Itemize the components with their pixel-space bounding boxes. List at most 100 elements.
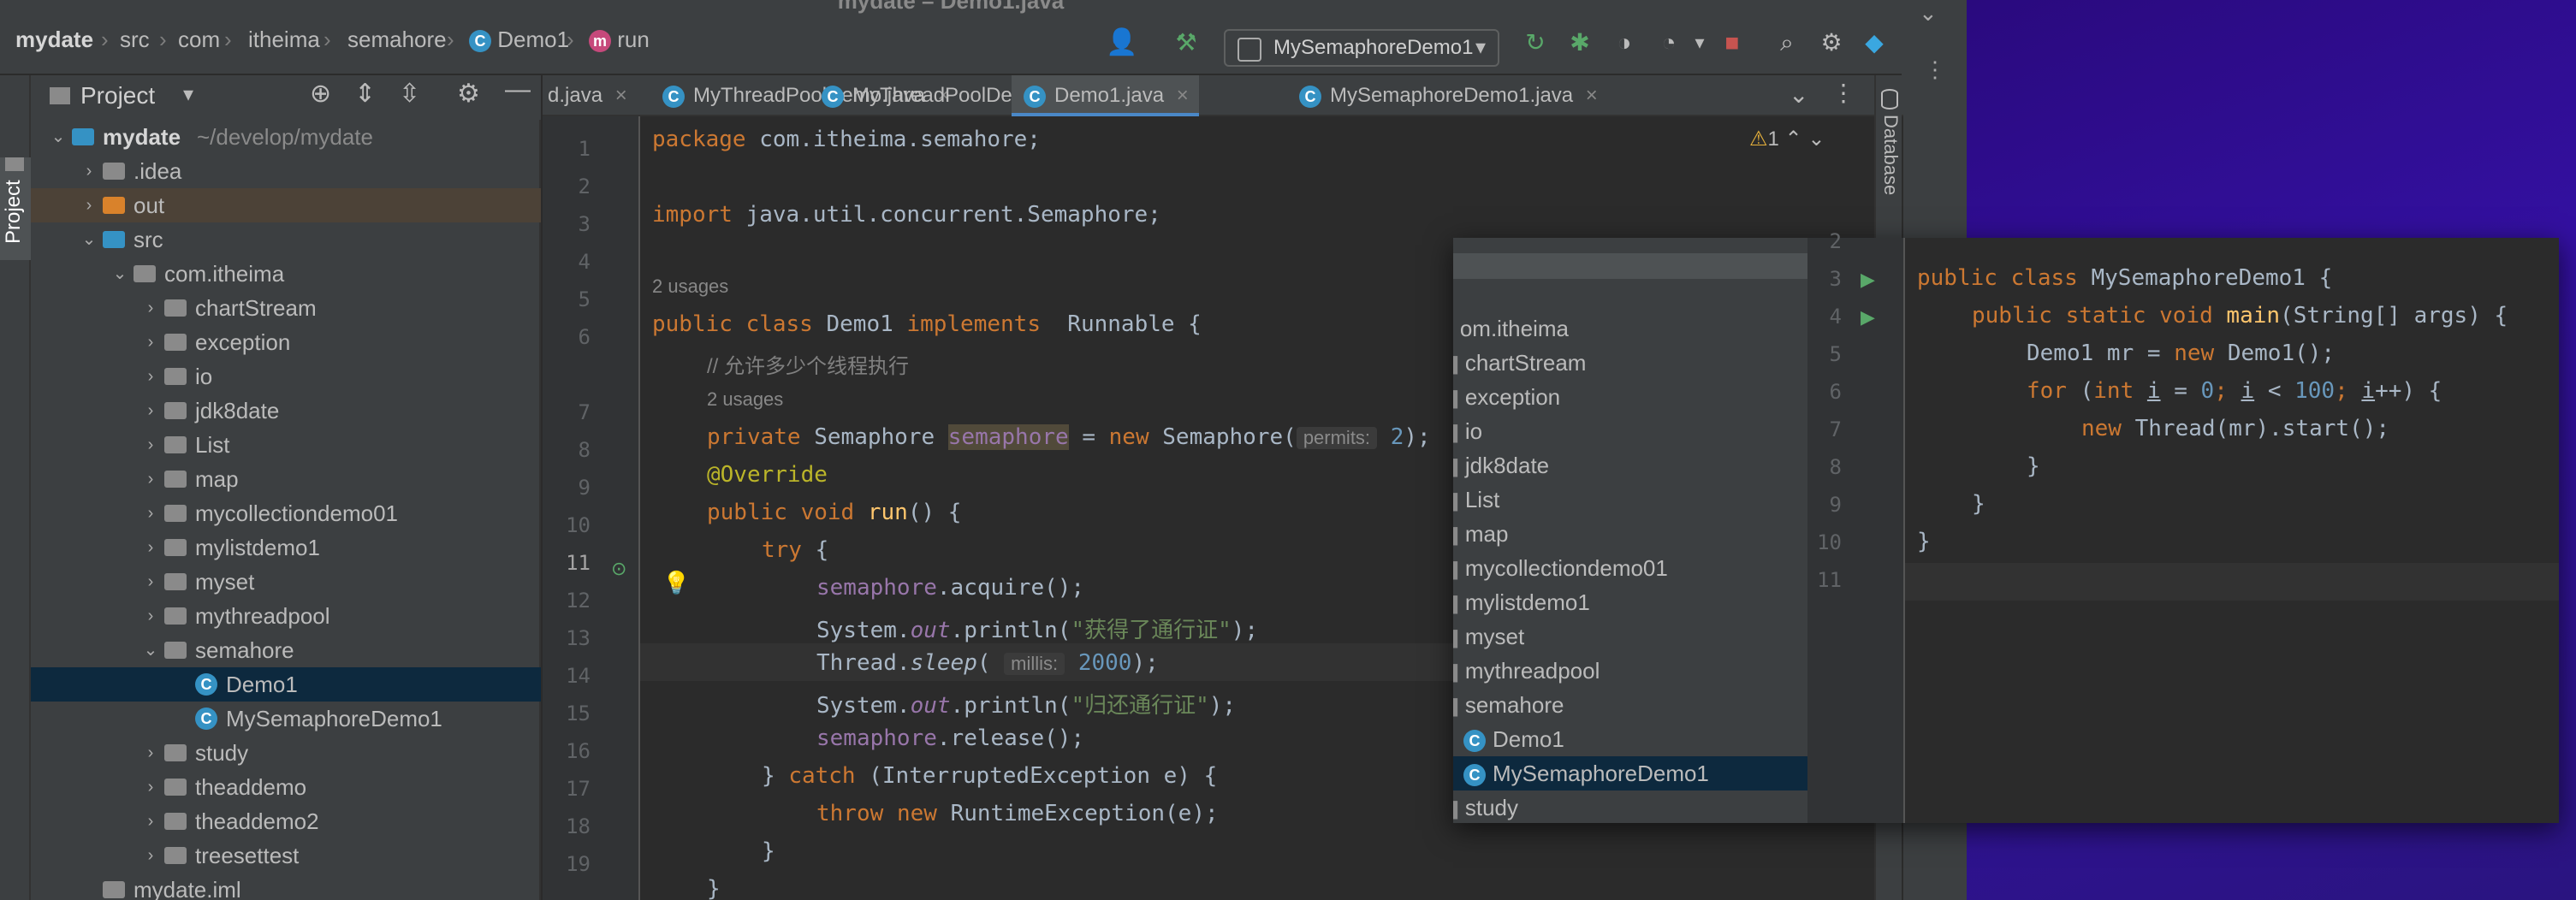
- chevron-right-icon[interactable]: ›: [140, 770, 161, 804]
- chevron-right-icon[interactable]: ›: [79, 188, 99, 222]
- breadcrumb-com[interactable]: com: [178, 24, 220, 55]
- overlay-tree-item[interactable]: ▍myset: [1453, 619, 1807, 654]
- tree-item[interactable]: › map: [31, 462, 541, 496]
- tree-item[interactable]: › List: [31, 428, 541, 462]
- collapse-all-icon[interactable]: ⇳: [399, 79, 420, 109]
- database-tool-label[interactable]: Database: [1876, 115, 1902, 243]
- overlay-code-line-9[interactable]: }: [1972, 491, 1985, 517]
- tree-item[interactable]: › myset: [31, 565, 541, 599]
- usage-hint[interactable]: 2 usages: [707, 388, 783, 411]
- overlay-tree-item[interactable]: ▍exception: [1453, 380, 1807, 414]
- chevron-right-icon[interactable]: ›: [140, 565, 161, 599]
- code-line-12[interactable]: System.out.println("获得了通行证");: [816, 613, 1258, 644]
- code-line-6[interactable]: // 允许多少个线程执行: [707, 349, 909, 379]
- chevron-down-icon[interactable]: ⌄: [1789, 80, 1808, 109]
- chevron-down-icon[interactable]: ⌄: [110, 257, 130, 291]
- code-line-13[interactable]: Thread.sleep( millis: 2000);: [816, 650, 1159, 676]
- tree-item[interactable]: › jdk8date: [31, 394, 541, 428]
- code-line-8[interactable]: @Override: [707, 462, 828, 488]
- editor-tab[interactable]: C Demo1.java ×: [1012, 75, 1199, 116]
- overlay-tree-item[interactable]: ▍mythreadpool: [1453, 654, 1807, 688]
- debug-bug-icon[interactable]: ✱: [1564, 27, 1595, 58]
- chevron-right-icon[interactable]: ›: [140, 462, 161, 496]
- code-line-17[interactable]: throw new RuntimeException(e);: [816, 801, 1219, 826]
- plugin-logo-icon[interactable]: ◆: [1859, 27, 1890, 58]
- breadcrumb-itheima[interactable]: itheima: [248, 24, 320, 55]
- usage-hint[interactable]: 2 usages: [652, 275, 728, 298]
- tree-item[interactable]: › mylistdemo1: [31, 530, 541, 565]
- tree-item[interactable]: › chartStream: [31, 291, 541, 325]
- breadcrumb-src[interactable]: src: [120, 24, 150, 55]
- tree-item[interactable]: › exception: [31, 325, 541, 359]
- code-line-14[interactable]: System.out.println("归还通行证");: [816, 688, 1236, 719]
- code-line-7[interactable]: private Semaphore semaphore = new Semaph…: [707, 424, 1431, 450]
- overlay-tree-item[interactable]: ▍study: [1453, 790, 1807, 823]
- overlay-code-line-3[interactable]: public class MySemaphoreDemo1 {: [1917, 265, 2332, 291]
- more-icon[interactable]: ⋮: [1831, 79, 1855, 107]
- overlay-tree-item[interactable]: ▍io: [1453, 414, 1807, 448]
- inspection-widget[interactable]: ⚠1 ⌃ ⌄: [1749, 127, 1825, 151]
- chevron-right-icon[interactable]: ›: [140, 394, 161, 428]
- chevron-right-icon[interactable]: ›: [140, 804, 161, 838]
- code-line-16[interactable]: } catch (InterruptedException e) {: [762, 763, 1217, 789]
- tree-item[interactable]: › theaddemo: [31, 770, 541, 804]
- overlay-tree-item[interactable]: ▍mycollectiondemo01: [1453, 551, 1807, 585]
- tree-item[interactable]: › study: [31, 736, 541, 770]
- chevron-right-icon[interactable]: ›: [140, 325, 161, 359]
- tree-item[interactable]: C MySemaphoreDemo1: [31, 702, 541, 736]
- tree-item[interactable]: ⌄ mydate ~/develop/mydate: [31, 120, 541, 154]
- editor-tab[interactable]: d.java ×: [543, 75, 638, 116]
- hide-icon[interactable]: —: [505, 75, 531, 104]
- chevron-down-icon[interactable]: ▾: [183, 82, 193, 107]
- stop-icon[interactable]: ■: [1717, 27, 1748, 58]
- overlay-tree-item[interactable]: C Demo1: [1453, 722, 1807, 756]
- overlay-code-line-4[interactable]: public static void main(String[] args) {: [1972, 303, 2508, 329]
- chevron-right-icon[interactable]: ›: [140, 359, 161, 394]
- override-icon[interactable]: ⊙: [611, 558, 626, 580]
- overlay-tree-item[interactable]: C MySemaphoreDemo1: [1453, 756, 1807, 790]
- code-line-3[interactable]: import java.util.concurrent.Semaphore;: [652, 202, 1161, 228]
- user-icon[interactable]: 👤: [1106, 27, 1137, 58]
- code-line-18[interactable]: }: [762, 838, 775, 864]
- chevron-right-icon[interactable]: ›: [140, 838, 161, 873]
- tree-item[interactable]: mydate.iml: [31, 873, 541, 900]
- tree-item[interactable]: › mythreadpool: [31, 599, 541, 633]
- chevron-right-icon[interactable]: ›: [140, 599, 161, 633]
- tree-item[interactable]: C Demo1: [31, 667, 541, 702]
- more-icon[interactable]: ⋮: [1924, 56, 1946, 83]
- close-icon[interactable]: ×: [1580, 84, 1598, 107]
- breadcrumb-method[interactable]: m run: [589, 24, 650, 55]
- code-line-11[interactable]: semaphore.acquire();: [816, 575, 1084, 601]
- tree-item[interactable]: › io: [31, 359, 541, 394]
- run-configuration-select[interactable]: MySemaphoreDemo1 ▾: [1224, 29, 1499, 67]
- chevron-right-icon[interactable]: ›: [140, 496, 161, 530]
- chevron-down-icon[interactable]: ⌄: [1919, 0, 1938, 27]
- overlay-tree-item[interactable]: ▍om.itheima: [1453, 311, 1802, 346]
- run-icon[interactable]: ▶: [1861, 306, 1875, 329]
- code-line-9[interactable]: public void run() {: [707, 500, 961, 525]
- close-icon[interactable]: ×: [1171, 84, 1189, 107]
- overlay-code-line-10[interactable]: }: [1917, 529, 1931, 554]
- code-line-10[interactable]: try {: [762, 537, 828, 563]
- run-icon[interactable]: ▶: [1861, 269, 1875, 291]
- gear-icon[interactable]: ⚙: [1816, 27, 1847, 58]
- overlay-code-line-5[interactable]: Demo1 mr = new Demo1();: [2027, 340, 2335, 366]
- lightbulb-icon[interactable]: 💡: [662, 570, 690, 596]
- project-panel-title[interactable]: Project: [80, 82, 155, 110]
- chevron-down-icon[interactable]: ▾: [1684, 27, 1715, 58]
- code-line-15[interactable]: semaphore.release();: [816, 725, 1084, 751]
- tree-item[interactable]: › mycollectiondemo01: [31, 496, 541, 530]
- overlay-tree-item[interactable]: ▍mylistdemo1: [1453, 585, 1807, 619]
- build-hammer-icon[interactable]: ⚒: [1171, 27, 1202, 58]
- overlay-code-line-8[interactable]: }: [2027, 453, 2040, 479]
- overlay-tree-item[interactable]: ▍List: [1453, 483, 1807, 517]
- breadcrumb-semahore[interactable]: semahore: [347, 24, 447, 55]
- locate-icon[interactable]: ⊕: [310, 79, 331, 109]
- chevron-right-icon[interactable]: ›: [140, 736, 161, 770]
- chevron-right-icon[interactable]: ›: [140, 291, 161, 325]
- tree-item[interactable]: › treesettest: [31, 838, 541, 873]
- expand-all-icon[interactable]: ⇕: [354, 79, 376, 109]
- chevron-down-icon[interactable]: ⌄: [79, 222, 99, 257]
- tree-item[interactable]: › .idea: [31, 154, 541, 188]
- search-icon[interactable]: ⌕: [1772, 27, 1802, 58]
